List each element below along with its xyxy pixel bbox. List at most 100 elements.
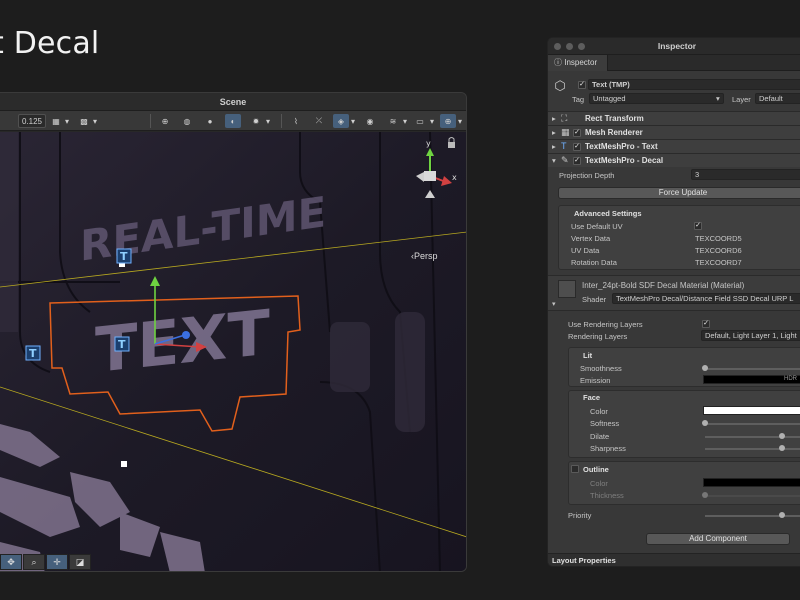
softness-slider[interactable] [705,423,800,425]
tag-label: Tag [572,95,585,104]
add-component-button[interactable]: Add Component [646,533,790,545]
effects-toggle-icon[interactable]: ⤫ [311,114,327,128]
use-rendering-layers-label: Use Rendering Layers [568,320,643,329]
smoothness-slider-knob[interactable] [702,365,708,371]
tag-dropdown[interactable]: Untagged [589,93,724,104]
component-mesh-renderer[interactable]: ▸ ▦ ✓ Mesh Renderer [548,125,800,139]
gizmos-icon[interactable]: ⊕ [440,114,456,128]
chevron-down-icon[interactable]: ▾ [456,114,464,128]
smoothness-label: Smoothness [580,364,622,373]
custom-tool-icon[interactable]: ◪ [69,554,91,570]
chevron-down-icon[interactable]: ▾ [91,114,99,128]
priority-slider[interactable] [705,515,800,517]
sharpness-slider[interactable] [705,448,800,450]
use-rendering-layers-checkbox[interactable]: ✓ [702,320,710,328]
thickness-slider[interactable] [705,495,800,497]
outline-color-swatch[interactable] [703,478,800,487]
component-enabled-checkbox[interactable]: ✓ [573,129,581,137]
text-component-icon: T [114,336,130,352]
priority-slider-knob[interactable] [779,512,786,518]
inspector-tabbar: ⓘ Inspector [548,55,800,71]
component-enabled-checkbox[interactable]: ✓ [573,157,581,165]
tab-inspector-label: Inspector [564,58,598,67]
face-title[interactable]: Face [583,393,600,402]
shader-dropdown[interactable]: TextMeshPro Decal/Distance Field SSD Dec… [612,293,800,304]
lighting-toggle-icon[interactable]: ✹ [248,114,264,128]
sharpness-label: Sharpness [590,444,626,453]
rotation-data-label: Rotation Data [571,258,617,267]
unlit-shading-icon[interactable]: ◐ [225,114,241,128]
force-update-button[interactable]: Force Update [558,187,800,199]
smoothness-slider[interactable] [705,368,800,370]
expand-arrow-icon[interactable]: ▸ [552,128,556,137]
component-textmeshpro-text[interactable]: ▸ T ✓ TextMeshPro - Text [548,139,800,153]
layout-properties-bar[interactable]: Layout Properties [548,553,800,566]
scene-window-title: Scene [0,93,466,111]
chevron-down-icon[interactable]: ▾ [349,114,357,128]
maximize-window-icon[interactable] [578,43,585,50]
rendering-layers-label: Rendering Layers [568,332,628,341]
collapse-arrow-icon[interactable]: ▾ [552,156,556,165]
lit-title[interactable]: Lit [583,351,592,360]
shaded-wireframe-icon[interactable]: ◍ [179,114,195,128]
softness-slider-knob[interactable] [702,420,708,426]
svg-text:T: T [118,338,126,351]
scene-render: REAL-TIME TEXT T T T y x [0,132,466,571]
camera-icon[interactable]: ▭ [412,114,428,128]
object-name-field[interactable]: Text (TMP) [588,79,800,90]
rect-transform-icon: ⛶ [561,113,568,123]
dilate-slider[interactable] [705,436,800,438]
scene-window: Scene 0.125 ▦ ▾ ▩ ▾ ⊕ ◍ ● ◐ ✹ ▾ ⌇ ⤫ ◈ ▾ … [0,92,467,572]
use-default-uv-checkbox[interactable]: ✓ [694,222,702,230]
scene-viewport[interactable]: REAL-TIME TEXT T T T y x ‹Persp [0,132,466,571]
tab-inspector[interactable]: ⓘ Inspector [548,55,608,71]
move-tool-icon[interactable]: ✛ [46,554,68,570]
shader-label: Shader [582,295,607,304]
advanced-settings-title[interactable]: Advanced Settings [574,209,642,218]
component-label: TextMeshPro - Text [585,142,658,151]
vertex-data-value[interactable]: TEXCOORD5 [695,234,742,243]
shaded-icon[interactable]: ● [202,114,218,128]
foldout-arrow-icon[interactable]: ▾ [552,300,556,308]
uv-data-label: UV Data [571,246,600,255]
face-color-swatch[interactable] [703,406,800,415]
scene-toolbar: 0.125 ▦ ▾ ▩ ▾ ⊕ ◍ ● ◐ ✹ ▾ ⌇ ⤫ ◈ ▾ ◉ ≋ ▾ … [0,111,466,131]
chevron-down-icon[interactable]: ▾ [428,114,436,128]
projection-depth-field[interactable]: 3 [691,169,800,180]
scene-visibility-icon[interactable]: ◈ [333,114,349,128]
grid-snap-icon[interactable]: ▦ [48,114,64,128]
persp-label[interactable]: ‹Persp [411,251,438,261]
thickness-slider-knob[interactable] [702,492,708,498]
audio-toggle-icon[interactable]: ⌇ [288,114,304,128]
component-label: Rect Transform [585,114,644,123]
outline-enabled-checkbox[interactable] [571,465,579,473]
wireframe-shading-icon[interactable]: ⊕ [157,114,173,128]
minimize-window-icon[interactable] [566,43,573,50]
outline-color-label: Color [590,479,608,488]
close-window-icon[interactable] [554,43,561,50]
component-enabled-checkbox[interactable]: ✓ [573,143,581,151]
emission-hdr-label: HDR [784,376,797,382]
layer-dropdown[interactable]: Default [755,93,800,104]
projection-depth-label: Projection Depth [559,171,615,180]
expand-arrow-icon[interactable]: ▸ [552,142,556,151]
search-icon[interactable]: ⌕ [23,554,45,570]
layers-icon[interactable]: ≋ [385,114,401,128]
uv-data-value[interactable]: TEXCOORD6 [695,246,742,255]
rendering-layers-dropdown[interactable]: Default, Light Layer 1, Light [701,330,800,341]
view-tool-icon[interactable]: ✥ [0,554,22,570]
chevron-down-icon[interactable]: ▾ [63,114,71,128]
chevron-down-icon[interactable]: ▾ [716,94,720,103]
grid-size-field[interactable]: 0.125 [18,114,46,128]
rotation-data-value[interactable]: TEXCOORD7 [695,258,742,267]
outline-title[interactable]: Outline [583,465,609,474]
increment-snap-icon[interactable]: ▩ [76,114,92,128]
component-rect-transform[interactable]: ▸ ⛶ Rect Transform [548,111,800,125]
chevron-down-icon[interactable]: ▾ [401,114,409,128]
svg-text:T: T [120,250,128,263]
object-active-checkbox[interactable]: ✓ [578,81,586,89]
expand-arrow-icon[interactable]: ▸ [552,114,556,123]
component-textmeshpro-decal[interactable]: ▾ ✎ ✓ TextMeshPro - Decal [548,153,800,167]
eye-icon[interactable]: ◉ [362,114,378,128]
chevron-down-icon[interactable]: ▾ [264,114,272,128]
